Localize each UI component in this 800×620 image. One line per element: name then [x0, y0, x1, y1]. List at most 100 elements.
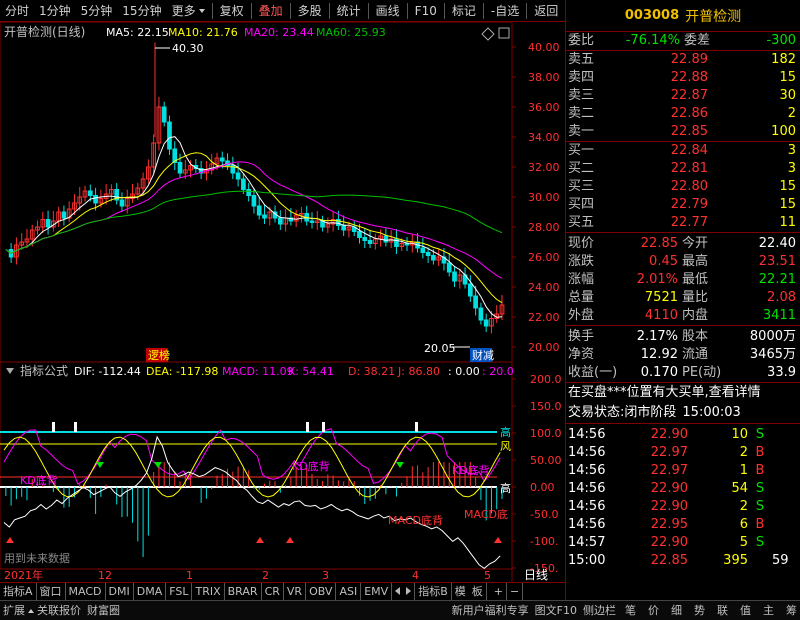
price-tick: 40.00	[528, 41, 560, 54]
wealth-circle-button[interactable]: 财富圈	[84, 601, 123, 620]
ask-row[interactable]: 卖四 22.88 15	[566, 69, 800, 87]
panel-tab[interactable]: 细	[671, 601, 682, 620]
candle-body	[383, 235, 389, 243]
candle-body	[87, 190, 93, 196]
indicator-tick: 150.0	[530, 400, 562, 413]
zoom-in-button[interactable]: +	[491, 582, 507, 601]
tab-vr[interactable]: VR	[284, 582, 307, 601]
sidebar-link[interactable]: 侧边栏	[580, 601, 619, 620]
panel-tab[interactable]: 势	[694, 601, 705, 620]
tick-list[interactable]: 14:56 22.90 10 S 14:56 22.97 2 B 14:56 22.97 1 B 14:…	[566, 424, 800, 570]
back-button[interactable]: 返回	[529, 0, 563, 22]
candle-body	[277, 217, 283, 225]
tab-window[interactable]: 窗口	[37, 582, 66, 601]
scroll-left-icon[interactable]	[392, 583, 403, 601]
gear-icon[interactable]	[481, 27, 495, 41]
tab-indicator-a[interactable]: 指标A	[0, 582, 37, 601]
zoom-out-button[interactable]: −	[507, 582, 524, 601]
fund-value: 3465万	[749, 347, 796, 362]
bid-row[interactable]: 买五 22.77 11	[566, 214, 800, 232]
bid-row[interactable]: 买三 22.80 15	[566, 178, 800, 196]
tick-price: 22.90	[650, 535, 688, 550]
restore-button[interactable]: 复权	[215, 0, 249, 22]
f10-button[interactable]: F10	[410, 0, 442, 22]
panel-tab[interactable]: 主	[763, 601, 774, 620]
tab-1min[interactable]: 1分钟	[34, 0, 76, 22]
stats-button[interactable]: 统计	[332, 0, 366, 22]
tab-asi[interactable]: ASI	[336, 582, 362, 601]
ask-row[interactable]: 卖五 22.89 182	[566, 51, 800, 69]
tab-15min[interactable]: 15分钟	[117, 0, 166, 22]
new-user-benefit-link[interactable]: 新用户福利专享	[449, 601, 532, 620]
ask-label: 卖一	[568, 124, 595, 139]
candle-body	[431, 255, 436, 261]
draw-line-button[interactable]: 画线	[371, 0, 405, 22]
indicator-collapse-icon[interactable]	[6, 368, 14, 374]
bid-row[interactable]: 买四 22.79 15	[566, 196, 800, 214]
panel-tab[interactable]: 筹	[786, 601, 797, 620]
fund-row: 收益(一) 0.170 PE(动) 33.9	[566, 364, 800, 382]
kline-chart-svg[interactable]: 开普检测(日线) MA5: 22.15 MA10: 21.76 MA20: 23…	[0, 21, 565, 602]
tab-fsl[interactable]: FSL	[166, 582, 193, 601]
fund-value: 8000万	[749, 329, 796, 344]
d-label: D: 38.21	[348, 365, 395, 378]
panel-tab[interactable]: 值	[740, 601, 751, 620]
bid-label: 买五	[568, 215, 595, 230]
overlay-button[interactable]: 叠加	[254, 0, 288, 22]
tag-right: 财减	[472, 348, 494, 362]
sell-arrow-icon	[154, 462, 162, 468]
sell-arrow-icon	[96, 462, 104, 468]
tab-obv[interactable]: OBV	[306, 582, 337, 601]
tab-more[interactable]: 更多	[167, 0, 210, 22]
bid-row[interactable]: 买一 22.84 3	[566, 142, 800, 160]
price-tick: 24.00	[528, 281, 560, 294]
candle-body	[45, 219, 51, 228]
tab-board[interactable]: 板	[469, 582, 487, 601]
tab-indicator-b[interactable]: 指标B	[415, 582, 452, 601]
bid-row[interactable]: 买二 22.81 3	[566, 160, 800, 178]
f10-graphic-link[interactable]: 图文F10	[532, 601, 580, 620]
tab-5min[interactable]: 5分钟	[76, 0, 118, 22]
stat-value: 22.21	[758, 272, 796, 287]
tab-macd[interactable]: MACD	[66, 582, 106, 601]
ask-row[interactable]: 卖二 22.86 2	[566, 105, 800, 123]
future-data-note: 用到未来数据	[4, 551, 70, 565]
stat-value: 2.01%	[636, 272, 678, 287]
tab-emv[interactable]: EMV	[361, 582, 393, 601]
tab-template[interactable]: 模	[452, 583, 469, 601]
tab-trix[interactable]: TRIX	[192, 582, 225, 601]
multi-stock-button[interactable]: 多股	[293, 0, 327, 22]
tab-dma[interactable]: DMA	[134, 582, 167, 601]
stat-value: 0.45	[649, 254, 678, 269]
price-axis: 40.00 38.00 36.00 34.00 32.00 30.00 28.00 26.00…	[512, 41, 560, 354]
expand-icon[interactable]	[498, 27, 510, 39]
panel-tab[interactable]: 笔	[625, 601, 636, 620]
price-tick: 34.00	[528, 131, 560, 144]
tab-timeshare[interactable]: 分时	[0, 0, 34, 22]
panel-tab[interactable]: 联	[717, 601, 728, 620]
panel-tab[interactable]: 价	[648, 601, 659, 620]
expand-button[interactable]: 扩展	[0, 601, 28, 620]
remove-watchlist-button[interactable]: -自选	[486, 0, 524, 22]
period-label[interactable]: 日线	[524, 568, 548, 582]
tab-brar[interactable]: BRAR	[225, 582, 262, 601]
toolbar-divider	[367, 2, 369, 19]
stock-name: 开普检测	[685, 8, 742, 25]
mark-button[interactable]: 标记	[447, 0, 481, 22]
big-order-notice[interactable]: 在买盘***位置有大买单,查看详情	[566, 383, 800, 403]
tab-cr[interactable]: CR	[262, 582, 284, 601]
tab-dmi[interactable]: DMI	[106, 582, 134, 601]
chart-area[interactable]: 开普检测(日线) MA5: 22.15 MA10: 21.76 MA20: 23…	[0, 21, 565, 602]
scroll-right-icon[interactable]	[403, 582, 416, 601]
price-tick: 32.00	[528, 161, 560, 174]
date-label: 3	[322, 569, 329, 582]
ask-volume: 15	[779, 70, 796, 85]
ask-row[interactable]: 卖三 22.87 30	[566, 87, 800, 105]
ask-row[interactable]: 卖一 22.85 100	[566, 123, 800, 141]
price-tick: 36.00	[528, 101, 560, 114]
related-quote-button[interactable]: 关联报价	[34, 601, 84, 620]
weibi-label: 委比	[568, 33, 595, 48]
tick-price: 22.90	[650, 481, 688, 496]
stat-label: 最高	[682, 254, 709, 269]
ask-label: 卖四	[568, 70, 595, 85]
